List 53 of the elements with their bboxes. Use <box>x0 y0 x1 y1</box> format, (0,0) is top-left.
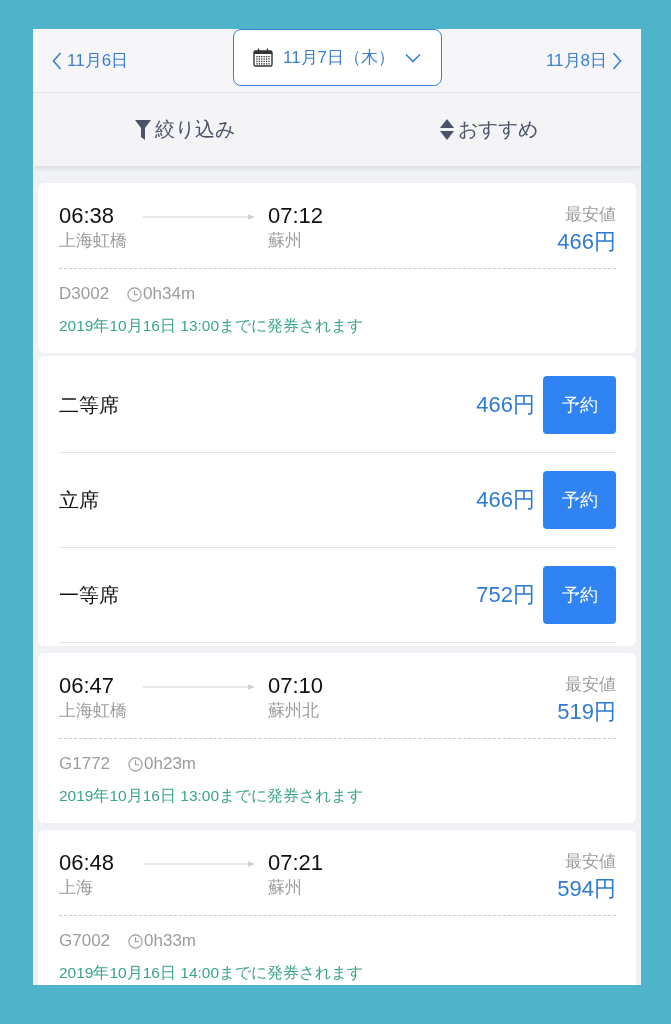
seat-class: 一等席 <box>59 582 119 608</box>
clock-icon <box>128 933 144 949</box>
departure-station: 上海 <box>59 877 94 899</box>
clock-icon <box>128 756 144 772</box>
chevron-down-icon <box>405 52 422 63</box>
ticketing-deadline: 2019年10月16日 14:00までに発券されます <box>59 963 365 983</box>
train-card[interactable]: 06:48 上海 07:21 蘇州 最安値 594円 G7002 0h33m 2019年10月16日 14:00までに発券されます <box>38 830 636 985</box>
seat-class: 立席 <box>59 487 99 513</box>
arrival-time: 07:21 <box>268 850 324 876</box>
ticketing-deadline: 2019年10月16日 13:00までに発券されます <box>59 786 365 806</box>
departure-time: 06:48 <box>59 850 116 876</box>
departure-station: 上海虹橋 <box>59 230 128 252</box>
lowest-price-label: 最安値 <box>565 851 616 873</box>
arrival-time: 07:12 <box>268 203 324 229</box>
date-selector[interactable]: 11月7日（木） <box>232 29 442 86</box>
clock-icon <box>127 286 143 302</box>
arrival-time: 07:10 <box>268 673 324 699</box>
next-day-link[interactable]: 11月8日 <box>545 49 622 72</box>
previous-day-link[interactable]: 11月6日 <box>52 49 129 72</box>
lowest-price-label: 最安値 <box>565 674 616 696</box>
arrival-station: 蘇州 <box>268 877 303 899</box>
travel-duration: 0h34m <box>143 284 196 304</box>
train-card[interactable]: 06:47 上海虹橋 07:10 蘇州北 最安値 519円 G1772 0h23m 2019年10月16日 13:00までに発券されます <box>38 653 636 823</box>
travel-duration: 0h33m <box>144 931 197 951</box>
departure-time: 06:38 <box>59 203 116 229</box>
seat-class: 二等席 <box>59 392 119 418</box>
reserve-button[interactable]: 予約 <box>543 376 616 434</box>
train-number: G7002 <box>59 931 111 951</box>
train-number: G1772 <box>59 754 111 774</box>
chevron-left-icon <box>52 51 62 70</box>
seat-price: 752円 <box>476 581 535 609</box>
travel-duration: 0h23m <box>144 754 197 774</box>
chevron-right-icon <box>612 51 622 70</box>
train-number: D3002 <box>59 284 110 304</box>
departure-time: 06:47 <box>59 673 116 699</box>
filter-icon <box>135 119 151 140</box>
lowest-price: 466円 <box>557 228 616 256</box>
filter-button[interactable]: 絞り込み <box>135 116 235 143</box>
train-card[interactable]: 06:38 上海虹橋 07:12 蘇州 最安値 466円 D3002 0h34m 2019年10月16日 13:00までに発券されます <box>38 183 636 353</box>
arrival-station: 蘇州北 <box>268 700 320 722</box>
reserve-button[interactable]: 予約 <box>543 471 616 529</box>
seat-price: 466円 <box>476 391 535 419</box>
seat-price: 466円 <box>476 486 535 514</box>
lowest-price-label: 最安値 <box>565 204 616 226</box>
arrival-station: 蘇州 <box>268 230 303 252</box>
lowest-price: 519円 <box>557 698 616 726</box>
sort-icon <box>440 118 454 141</box>
lowest-price: 594円 <box>557 875 616 903</box>
reserve-button[interactable]: 予約 <box>543 566 616 624</box>
calendar-icon <box>252 48 273 67</box>
ticketing-deadline: 2019年10月16日 13:00までに発券されます <box>59 316 365 336</box>
sort-button[interactable]: おすすめ <box>440 116 538 143</box>
departure-station: 上海虹橋 <box>59 700 128 722</box>
